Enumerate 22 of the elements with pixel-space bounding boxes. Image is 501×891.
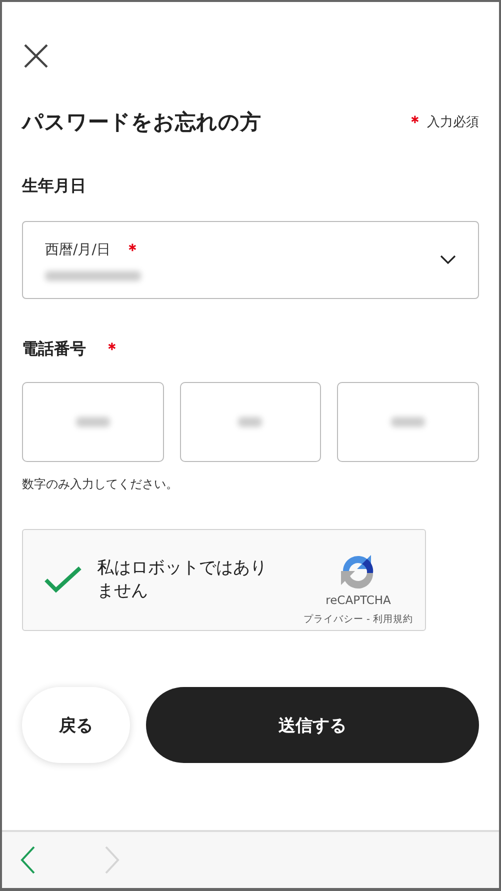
field-label: 西暦/月/日 bbox=[45, 241, 110, 259]
required-note: 入力必須 bbox=[427, 114, 479, 131]
captcha-label: 私はロボットではありません bbox=[97, 557, 268, 603]
required-mark: ＊ bbox=[124, 240, 140, 260]
section-label: 電話番号 bbox=[22, 339, 86, 360]
back-button[interactable]: 戻る bbox=[22, 687, 130, 763]
date-select[interactable]: 西暦/月/日 ＊ bbox=[22, 221, 479, 299]
submit-button[interactable]: 送信する bbox=[146, 687, 479, 763]
captcha-links[interactable]: プライバシー - 利用規約 bbox=[304, 613, 413, 626]
checkmark-icon[interactable] bbox=[43, 565, 83, 595]
page-title: パスワードをお忘れの方 bbox=[22, 109, 261, 136]
close-icon bbox=[22, 42, 50, 70]
section-label: 生年月日 bbox=[22, 176, 87, 197]
close-button[interactable] bbox=[22, 42, 50, 70]
required-mark: ＊ bbox=[407, 112, 423, 132]
required-mark: ＊ bbox=[104, 339, 120, 360]
captcha-brand: reCAPTCHA bbox=[326, 593, 391, 607]
chevron-down-icon bbox=[440, 255, 456, 265]
phone-input-field[interactable] bbox=[337, 382, 479, 462]
phone-input-field[interactable] bbox=[22, 382, 164, 462]
input-hint: 数字のみ入力してください。 bbox=[22, 476, 179, 493]
phone-input-field[interactable] bbox=[180, 382, 322, 462]
